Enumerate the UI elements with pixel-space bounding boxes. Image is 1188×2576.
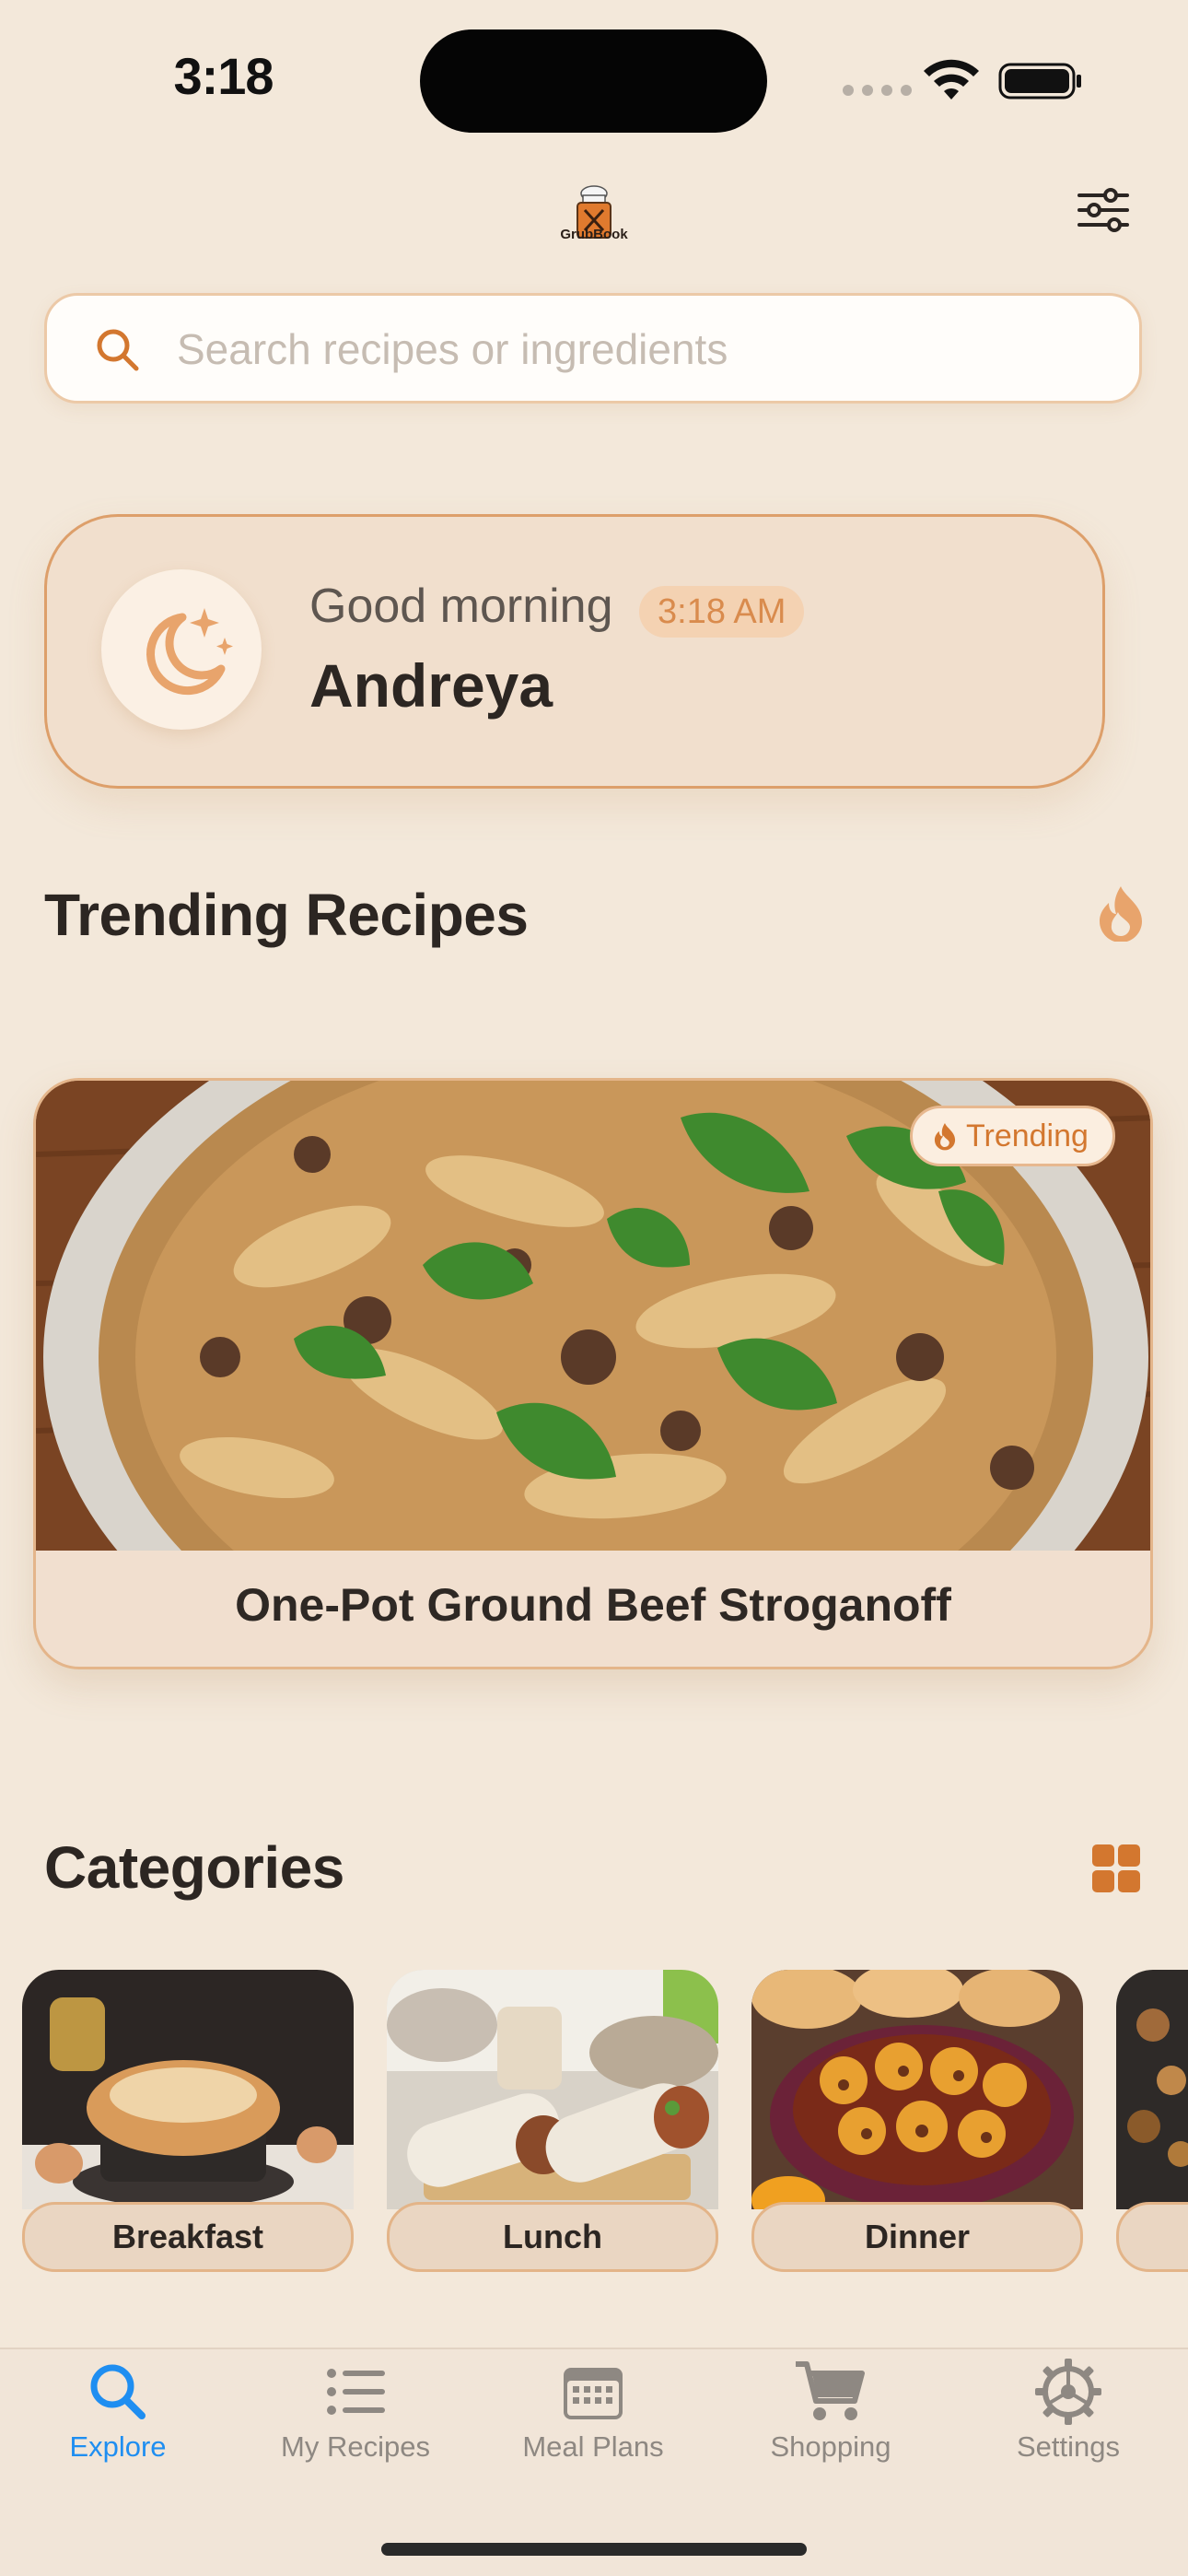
gear-icon [1035,2359,1101,2425]
category-label: Breakfast [22,2202,354,2272]
time-badge: 3:18 AM [639,586,805,638]
tab-label: Shopping [770,2430,891,2463]
tab-meal-plans[interactable]: Meal Plans [483,2359,704,2464]
grid-view-icon[interactable] [1090,1843,1142,1894]
trending-recipe-card[interactable]: One-Pot Ground Beef Stroganoff [33,1078,1153,1669]
tab-label: Explore [69,2430,167,2463]
tab-settings[interactable]: Settings [958,2359,1179,2464]
category-photo [1116,1970,1188,2209]
tab-shopping[interactable]: Shopping [720,2359,941,2464]
categories-section-title: Categories [44,1834,344,1901]
trending-section-title: Trending Recipes [44,882,529,948]
recipe-title: One-Pot Ground Beef Stroganoff [235,1579,951,1631]
app-name: GrubBook [560,227,628,242]
status-time: 3:18 [173,47,274,105]
calendar-icon [564,2368,623,2419]
trending-badge-label: Trending [966,1118,1089,1153]
category-label: Lunch [387,2202,718,2272]
category-label: Dinner [751,2202,1083,2272]
category-card-partial[interactable] [1116,1970,1188,2272]
wifi-icon [924,59,979,100]
filter-sliders-icon[interactable] [1076,184,1131,236]
trending-badge: Trending [910,1106,1115,1166]
category-card-breakfast[interactable]: Breakfast [22,1970,354,2272]
flame-icon [1100,886,1142,942]
search-input[interactable] [177,319,1098,380]
cart-icon [796,2361,865,2420]
dynamic-island [420,29,767,133]
search-icon [90,2364,146,2419]
category-label [1116,2202,1188,2272]
battery-icon [998,63,1081,100]
tab-label: Meal Plans [522,2430,664,2463]
home-indicator[interactable] [381,2543,807,2556]
breakfast-photo [22,1970,354,2209]
category-card-dinner[interactable]: Dinner [751,1970,1083,2272]
search-icon [97,329,139,371]
list-icon [327,2369,385,2415]
lunch-photo [387,1970,718,2209]
flame-icon [934,1123,956,1151]
greeting-salutation: Good morning [309,580,613,633]
tab-label: My Recipes [281,2430,430,2463]
tab-my-recipes[interactable]: My Recipes [245,2359,466,2464]
moon-stars-icon [146,608,233,696]
tab-label: Settings [1016,2430,1120,2463]
user-name: Andreya [309,651,553,720]
category-card-lunch[interactable]: Lunch [387,1970,718,2272]
tab-explore[interactable]: Explore [7,2359,228,2464]
dinner-photo [751,1970,1083,2209]
cellular-signal-icon [843,85,912,96]
